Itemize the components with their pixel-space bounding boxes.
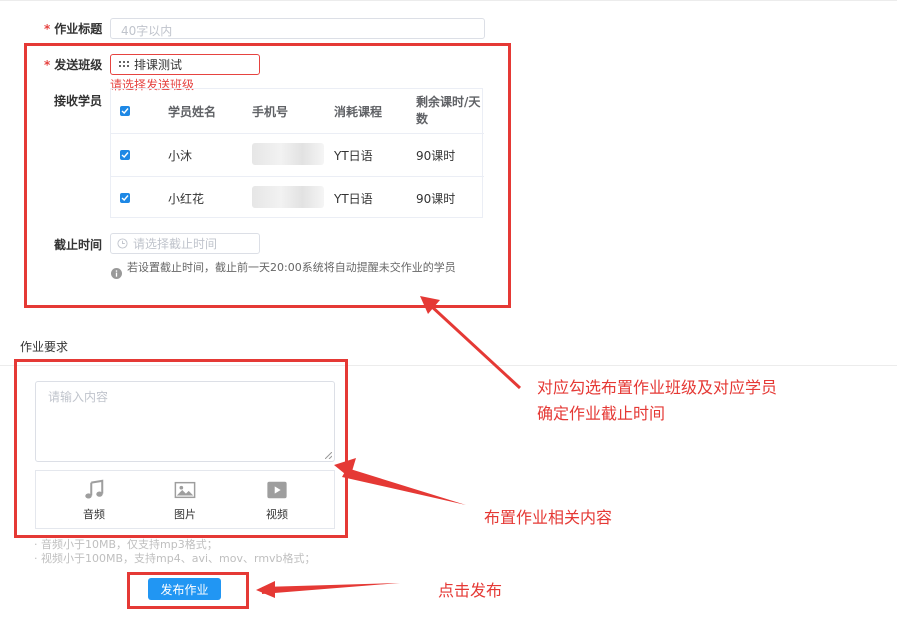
arrowhead-submit: [256, 581, 275, 598]
annotation-text-3: 点击发布: [438, 581, 503, 600]
arrow-to-content-box: [342, 468, 466, 505]
annotation-text-1b: 确定作业截止时间: [537, 404, 666, 423]
arrow-to-class-box: [428, 303, 522, 390]
annotation-text-2: 布置作业相关内容: [484, 508, 613, 527]
arrow-to-submit: [262, 583, 400, 594]
annotation-text-1a: 对应勾选布置作业班级及对应学员: [537, 378, 778, 397]
annotation-arrows: [256, 296, 522, 598]
